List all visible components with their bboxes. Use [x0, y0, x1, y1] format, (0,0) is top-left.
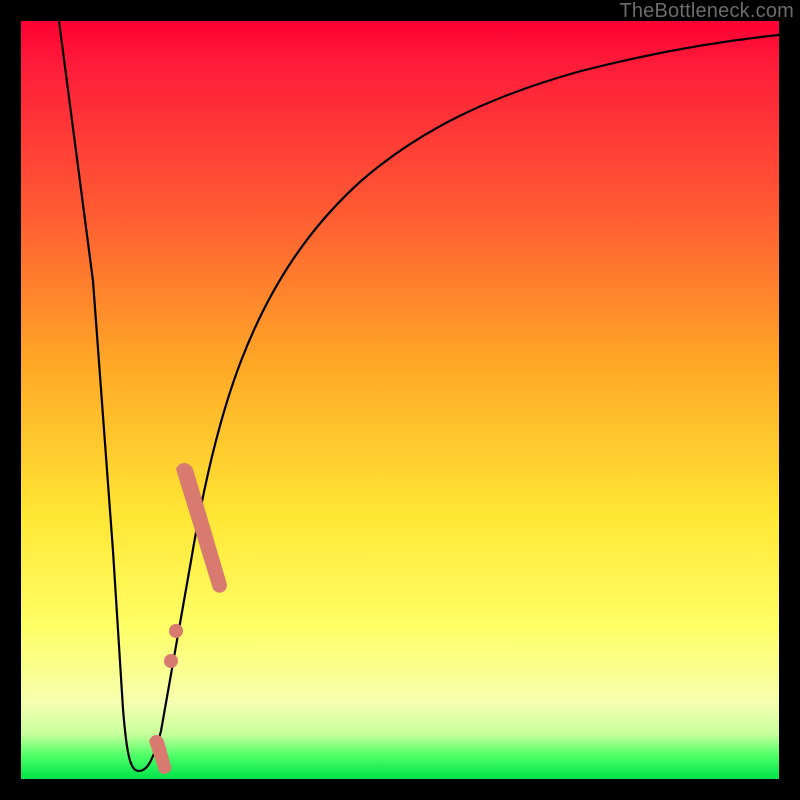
highlight-dot — [169, 624, 183, 638]
chart-frame: TheBottleneck.com — [0, 0, 800, 800]
highlight-dots — [176, 463, 227, 593]
plot-area — [21, 21, 779, 779]
highlight-dot — [164, 654, 178, 668]
watermark-text: TheBottleneck.com — [619, 0, 794, 23]
curve-svg — [21, 21, 779, 779]
highlight-dot — [149, 735, 171, 774]
